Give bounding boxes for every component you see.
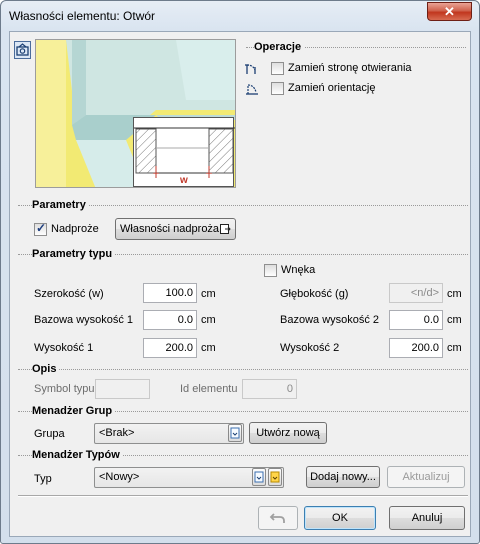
open-dialog-icon [220, 224, 231, 234]
base-height1-label: Bazowa wysokość 1 [34, 314, 134, 326]
swap-opening-side-label[interactable]: Zamień stronę otwierania [288, 62, 412, 74]
params-title: Parametry [32, 199, 89, 211]
element-id-label: Id elementu [180, 383, 238, 395]
base-height2-field[interactable]: 0.0 [389, 310, 443, 330]
type-select-value: <Nowy> [99, 471, 140, 483]
lintel-properties-label: Własności nadproża [120, 223, 220, 235]
height1-label: Wysokość 1 [34, 342, 94, 354]
group-label: Grupa [34, 428, 65, 440]
plan-inset: + + w [133, 117, 235, 187]
height2-unit: cm [447, 342, 462, 354]
type-label: Typ [34, 473, 52, 485]
group-select[interactable]: <Brak> [94, 423, 244, 444]
depth-label: Głębokość (g) [280, 288, 349, 300]
depth-field: <n/d> [389, 283, 443, 303]
dimension-label-w: w [180, 175, 188, 186]
undo-button [258, 506, 298, 530]
swap-side-icon [244, 61, 260, 77]
group-select-dropdown[interactable] [228, 424, 242, 442]
window-title: Własności elementu: Otwór [9, 9, 156, 23]
height1-field[interactable]: 200.0 [143, 338, 197, 358]
height2-label: Wysokość 2 [280, 342, 340, 354]
base-height1-field[interactable]: 0.0 [143, 310, 197, 330]
type-select[interactable]: <Nowy> [94, 467, 284, 488]
niche-checkbox[interactable] [264, 264, 277, 277]
lintel-properties-button[interactable]: Własności nadproża [115, 218, 236, 240]
height2-field[interactable]: 200.0 [389, 338, 443, 358]
base-height1-unit: cm [201, 314, 216, 326]
type-params-title: Parametry typu [32, 248, 116, 260]
type-symbol-field [95, 379, 150, 399]
svg-text:+: + [152, 169, 160, 179]
group-select-value: <Brak> [99, 427, 135, 439]
dialog-body: + + w Operacje Zamień stronę otwierania [9, 31, 471, 537]
favorites-icon [270, 471, 280, 483]
cancel-button[interactable]: Anuluj [389, 506, 465, 530]
niche-label[interactable]: Wnęka [281, 264, 315, 276]
dialog-window: Własności elementu: Otwór ✕ + + w Operac… [0, 0, 480, 544]
type-favorites-button[interactable] [268, 468, 282, 486]
undo-icon [269, 513, 285, 523]
type-symbol-label: Symbol typu [34, 383, 95, 395]
svg-text:+: + [205, 169, 213, 179]
description-title: Opis [32, 363, 60, 375]
ok-button[interactable]: OK [304, 506, 376, 530]
close-button[interactable]: ✕ [427, 2, 472, 21]
base-height2-label: Bazowa wysokość 2 [280, 314, 380, 326]
update-type-button: Aktualizuj [387, 466, 465, 488]
width-label: Szerokość (w) [34, 288, 104, 300]
width-field[interactable]: 100.0 [143, 283, 197, 303]
lintel-label[interactable]: Nadproże [51, 223, 99, 235]
swap-orientation-icon [244, 81, 260, 97]
create-group-button[interactable]: Utwórz nową [249, 422, 327, 444]
description-separator [18, 369, 468, 370]
swap-opening-side-checkbox[interactable] [271, 62, 284, 75]
dropdown-arrow-icon [254, 471, 264, 483]
camera-icon [16, 43, 29, 56]
swap-orientation-label[interactable]: Zamień orientację [288, 82, 375, 94]
type-manager-title: Menadżer Typów [32, 449, 123, 461]
swap-orientation-checkbox[interactable] [271, 82, 284, 95]
lintel-checkbox[interactable] [34, 221, 47, 236]
preview-3d: + + w [35, 39, 236, 188]
width-unit: cm [201, 288, 216, 300]
add-type-button[interactable]: Dodaj nowy... [306, 466, 380, 488]
operations-title: Operacje [254, 41, 305, 53]
depth-unit: cm [447, 288, 462, 300]
element-id-field: 0 [242, 379, 297, 399]
height1-unit: cm [201, 342, 216, 354]
title-bar[interactable]: Własności elementu: Otwór ✕ [1, 1, 479, 31]
camera-button[interactable] [14, 41, 31, 59]
dropdown-arrow-icon [230, 427, 240, 439]
type-select-dropdown[interactable] [252, 468, 266, 486]
footer-separator [18, 495, 468, 497]
group-manager-title: Menadżer Grup [32, 405, 116, 417]
base-height2-unit: cm [447, 314, 462, 326]
